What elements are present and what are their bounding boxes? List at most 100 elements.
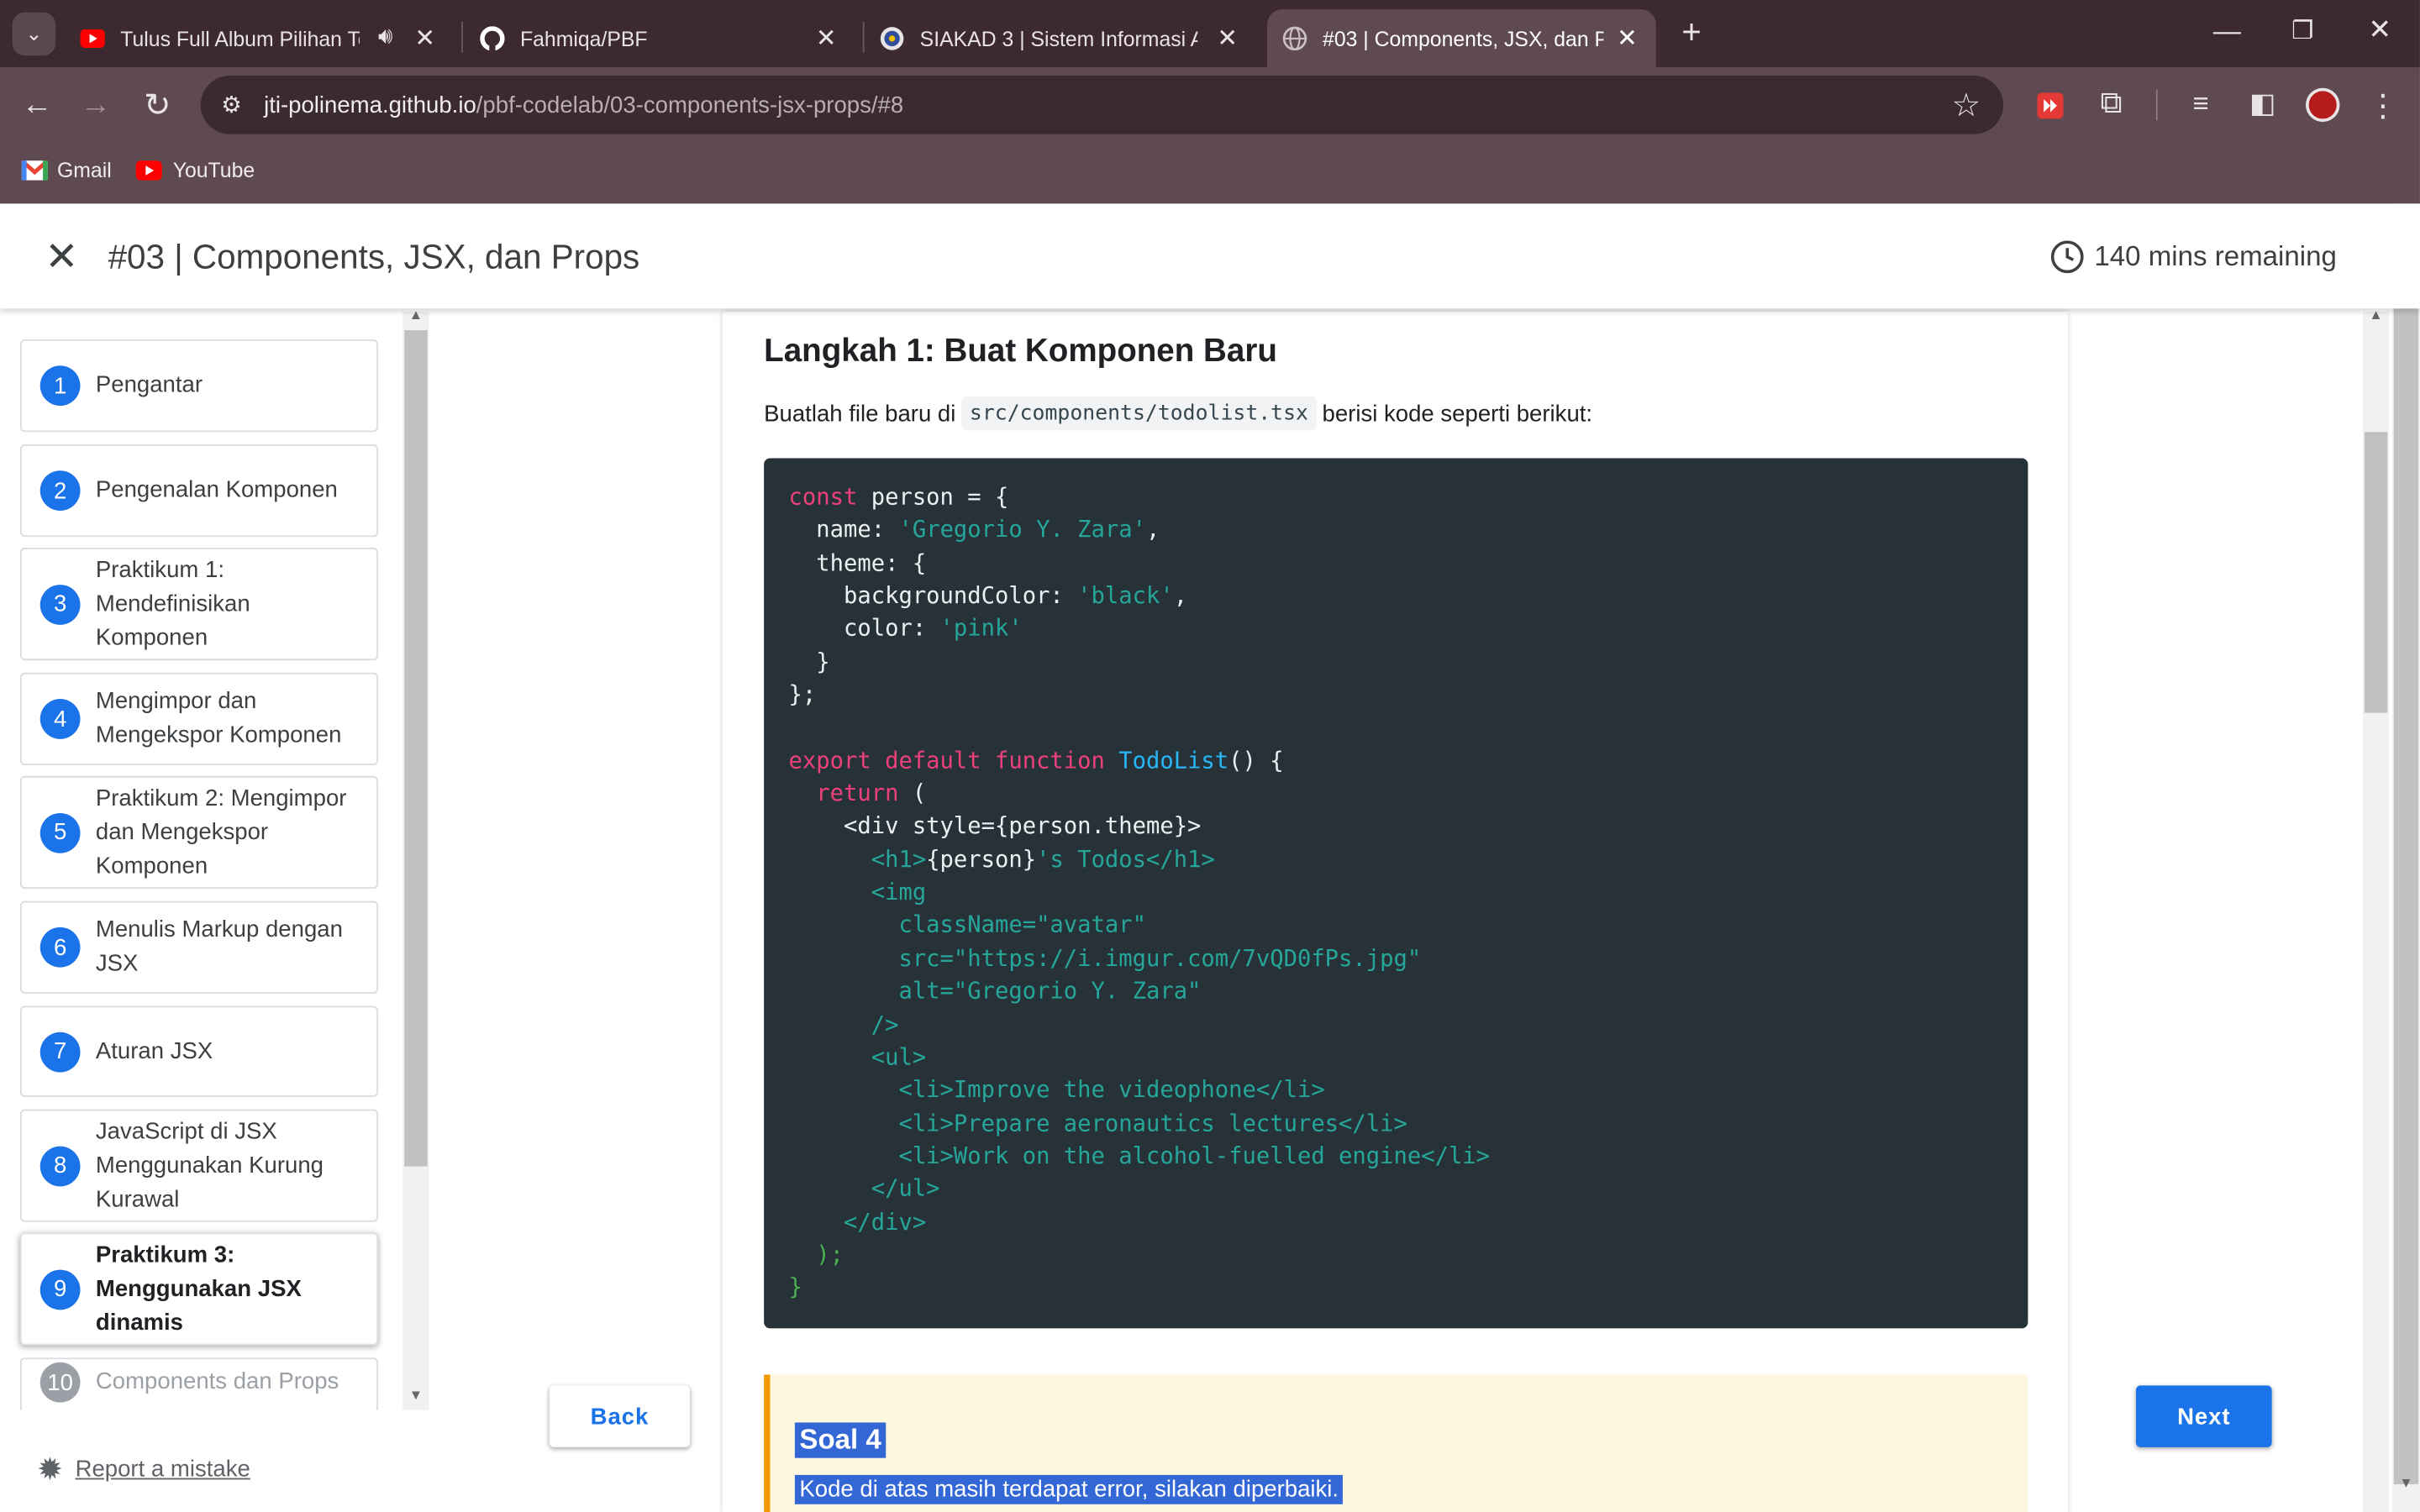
forward-arrow-icon[interactable]: → [77,88,114,123]
code-line: export default function TodoList() { [789,745,1490,778]
code-line: name: 'Gregorio Y. Zara', [789,514,1490,547]
sidebar-scrollbar-thumb[interactable] [404,330,428,1167]
code-token: <ul> [788,1044,927,1071]
bookmark-star-icon[interactable]: ☆ [1948,87,1985,125]
code-token: 's Todos</h1> [1036,846,1215,874]
code-token: person = { [857,484,1009,511]
code-token: /> [788,1011,899,1038]
code-token: } [788,648,830,675]
intro-text: Buatlah file baru di [764,400,956,427]
code-line: <h1>{person}'s Todos</h1> [789,843,1490,876]
code-token: <li>Work on the alcohol-fuelled engine</… [788,1142,1491,1169]
next-button[interactable]: Next [2135,1385,2272,1447]
sidebar-step-7[interactable]: 7 Aturan JSX [19,1005,378,1097]
code-line: </div> [789,1205,1490,1238]
code-token: </div> [788,1209,927,1236]
scroll-down-arrow-icon[interactable]: ▼ [404,1387,428,1402]
sidebar-step-2[interactable]: 2 Pengenalan Komponen [19,444,378,538]
close-icon[interactable]: ✕ [43,236,80,276]
step-label: Components dan Props [95,1368,339,1395]
minimize-window-icon[interactable]: — [2210,15,2244,48]
step-number: 9 [39,1268,81,1310]
step-number: 7 [39,1031,81,1072]
page-title: #03 | Components, JSX, dan Props [108,237,640,276]
sidebar-step-3[interactable]: 3 Praktikum 1: Mendefinisikan Komponen [19,548,378,661]
close-tab-icon[interactable]: ✕ [816,24,837,55]
media-controls-icon[interactable]: ≡ [2182,88,2219,121]
content-scrollbar-thumb[interactable] [2364,432,2388,713]
profile-avatar[interactable] [2306,87,2340,123]
scroll-up-arrow-icon[interactable]: ▲ [404,307,428,323]
page-scrollbar-thumb[interactable] [2393,234,2419,1484]
code-token: backgroundColor: [788,583,1078,610]
sidebar-step-10[interactable]: 10 Components dan Props [19,1357,378,1410]
code-token: 'pink' [939,616,1023,643]
speaker-icon[interactable]: 🔊︎ [378,24,392,50]
time-remaining-text: 140 mins remaining [2094,240,2337,272]
bookmark-label: Gmail [56,158,112,181]
intro-paragraph: Buatlah file baru di src/components/todo… [764,396,1593,431]
tab-title: SIAKAD 3 | Sistem Informasi Akademik [919,27,1198,50]
code-token: return [788,780,899,807]
sidebar-step-8[interactable]: 8 JavaScript di JSX Menggunakan Kurung Ku… [19,1109,378,1222]
intro-text: berisi kode seperti berikut: [1322,400,1593,427]
reload-icon[interactable]: ↻ [139,87,176,125]
bookmark-youtube[interactable]: YouTube [135,155,255,186]
back-button[interactable]: Back [549,1385,691,1447]
bookmark-label: YouTube [172,158,255,181]
side-panel-icon[interactable]: ◧ [2244,88,2281,121]
restore-window-icon[interactable]: ❐ [2286,15,2319,46]
code-line: return ( [789,778,1490,811]
bookmark-gmail[interactable]: Gmail [21,155,112,186]
site-settings-icon[interactable]: ⚙ [216,91,247,118]
code-line: alt="Gregorio Y. Zara" [789,975,1490,1008]
sidebar-step-4[interactable]: 4 Mengimpor dan Mengekspor Komponen [19,672,378,766]
code-token: name: [788,517,899,544]
code-line: className="avatar" [789,910,1490,942]
code-line: <ul> [789,1041,1490,1074]
sidebar-step-5[interactable]: 5 Praktikum 2: Mengimpor dan Mengekspor K… [19,775,378,889]
extension-red-icon[interactable] [2037,92,2064,119]
tab-search-chevron-icon[interactable]: ⌄ [12,12,56,56]
close-window-icon[interactable]: ✕ [2363,14,2396,47]
browser-tab-active[interactable]: #03 | Components, JSX, dan Props ✕ [1266,9,1656,68]
code-line: ); [789,1239,1490,1272]
browser-tab-github[interactable]: Fahmiqa/PBF ✕ [466,9,852,68]
step-label: Pengantar [95,371,203,398]
code-token: TodoList [1118,748,1229,774]
sidebar-step-9-selected[interactable]: 9 Praktikum 3: Menggunakan JSX dinamis [19,1232,378,1346]
close-tab-icon[interactable]: ✕ [1617,24,1638,55]
tab-separator [461,21,464,53]
report-mistake-link[interactable]: ✹ Report a mistake [37,1450,250,1488]
menu-kebab-icon[interactable]: ⋮ [2367,87,2398,125]
code-content: const person = { name: 'Gregorio Y. Zara… [789,481,1490,1305]
code-token: <img [788,879,927,906]
browser-tab-youtube[interactable]: Tulus Full Album Pilihan Terbaik 🔊︎ ✕ [68,9,454,68]
code-line: <li>Improve the videophone</li> [789,1074,1490,1107]
scroll-up-arrow-icon[interactable]: ▲ [2365,307,2388,323]
new-tab-plus-icon[interactable]: + [1675,13,1708,51]
code-token: {person} [926,846,1037,874]
extensions-puzzle-icon[interactable]: ⧉ [2093,87,2130,122]
step-label: Mengimpor dan Mengekspor Komponen [95,688,342,748]
code-line: } [789,646,1490,679]
code-token: () { [1228,748,1284,774]
soal-text: Kode di atas masih terdapat error, silak… [794,1474,1344,1504]
sidebar-step-1[interactable]: 1 Pengantar [19,339,378,433]
step-number: 8 [39,1145,81,1186]
code-token: }; [788,681,817,709]
url-path: /pbf-codelab/03-components-jsx-props/#8 [476,92,904,119]
youtube-icon [80,29,105,48]
close-tab-icon[interactable]: ✕ [414,24,435,55]
code-token: src="https://i.imgur.com/7vQD0fPs.jpg" [788,945,1422,972]
sidebar-step-6[interactable]: 6 Menulis Markup dengan JSX [19,900,378,994]
back-arrow-icon[interactable]: ← [18,88,55,123]
code-token: color: [788,616,940,643]
code-token: className="avatar" [788,912,1146,939]
browser-tab-siakad[interactable]: SIAKAD 3 | Sistem Informasi Akademik ✕ [867,9,1253,68]
close-tab-icon[interactable]: ✕ [1217,24,1238,55]
url-text[interactable]: jti-polinema.github.io/pbf-codelab/03-co… [264,92,903,118]
code-line: <div style={person.theme}> [789,811,1490,843]
scroll-down-arrow-icon[interactable]: ▼ [2394,1475,2418,1490]
step-label: Praktikum 2: Mengimpor dan Mengekspor Ko… [95,784,347,879]
